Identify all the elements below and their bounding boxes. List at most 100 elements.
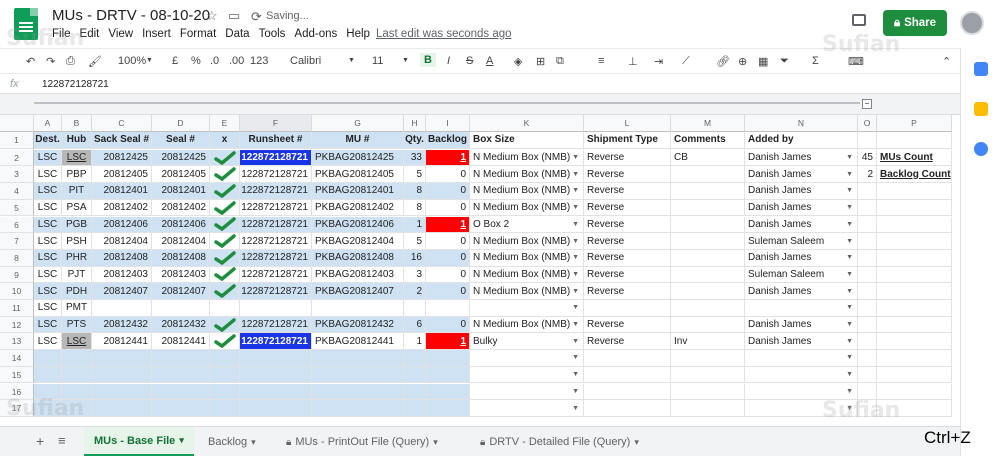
comment-icon[interactable]: ⊕ (738, 55, 747, 68)
cell-box-size[interactable]: N Medium Box (NMB) ▼ (470, 233, 584, 250)
column-header-m[interactable]: M (671, 115, 745, 132)
cell-backlog[interactable]: 1 (426, 333, 470, 351)
cell-backlog[interactable] (426, 366, 470, 384)
row-header[interactable]: 12 (0, 316, 34, 334)
cell-sack-seal[interactable]: 20812402 (92, 199, 152, 217)
cell-shipment-type[interactable] (584, 383, 671, 401)
keep-icon[interactable] (974, 102, 988, 116)
dropdown-arrow-icon[interactable]: ▼ (846, 288, 853, 295)
cell-count-label[interactable] (877, 350, 952, 367)
cell-sack-seal[interactable]: 20812403 (92, 266, 152, 284)
cell-qty[interactable]: 1 (404, 216, 426, 234)
cell-shipment-type[interactable]: Reverse (584, 216, 671, 234)
dropdown-arrow-icon[interactable]: ▼ (846, 221, 853, 228)
cell-sack-seal[interactable]: 20812401 (92, 183, 152, 200)
cell-count-label[interactable] (877, 316, 952, 334)
move-folder-icon[interactable]: ▭ (228, 8, 240, 24)
dropdown-arrow-icon[interactable]: ▼ (572, 204, 579, 211)
cell-count[interactable] (858, 350, 877, 367)
dropdown-arrow-icon[interactable]: ▼ (846, 321, 853, 328)
cell-comments[interactable] (671, 316, 745, 334)
chevron-down-icon[interactable]: ▾ (634, 437, 639, 448)
cell-qty[interactable] (404, 350, 426, 367)
column-header-c[interactable]: C (92, 115, 152, 132)
cell-comments[interactable] (671, 183, 745, 200)
cell-sack-seal[interactable] (92, 366, 152, 384)
cell-added-by[interactable]: Danish James ▼ (745, 283, 858, 300)
cell-hub[interactable]: PMT (62, 300, 92, 317)
dropdown-arrow-icon[interactable]: ▼ (572, 221, 579, 228)
cell-count[interactable] (858, 366, 877, 384)
cell-mu[interactable]: PKBAG20812404 (312, 233, 404, 250)
dropdown-arrow-icon[interactable]: ▼ (846, 204, 853, 211)
cell-sack-seal[interactable] (92, 350, 152, 367)
cell-count-label[interactable] (877, 266, 952, 284)
cell-backlog[interactable]: 1 (426, 216, 470, 234)
cell-qty[interactable]: 33 (404, 149, 426, 167)
row-header[interactable]: 5 (0, 199, 34, 217)
cell-added-by[interactable]: Suleman Saleem ▼ (745, 233, 858, 250)
dropdown-arrow-icon[interactable]: ▼ (846, 271, 853, 278)
cell-box-size[interactable]: N Medium Box (NMB) ▼ (470, 316, 584, 334)
add-sheet-icon[interactable]: + (36, 433, 44, 449)
cell-check[interactable] (210, 166, 240, 184)
font-size-select[interactable]: 11 (372, 55, 383, 67)
sheet-tab[interactable]: MUs - Base File ▾ (84, 427, 194, 456)
cell-backlog[interactable] (426, 383, 470, 401)
cell-hub[interactable]: PTS (62, 316, 92, 334)
cell-added-by[interactable]: Danish James ▼ (745, 316, 858, 334)
cell-comments[interactable] (671, 383, 745, 401)
dropdown-arrow-icon[interactable]: ▼ (572, 187, 579, 194)
cell-count-label[interactable] (877, 199, 952, 217)
collapse-group-button[interactable]: − (862, 99, 872, 109)
cell-box-size[interactable]: ▼ (470, 383, 584, 401)
cell-count-label[interactable] (877, 300, 952, 317)
cell-count[interactable] (858, 199, 877, 217)
cell-check[interactable] (210, 199, 240, 217)
dropdown-arrow-icon[interactable]: ▼ (846, 304, 853, 311)
cell-check[interactable] (210, 400, 240, 417)
cell-count[interactable] (858, 183, 877, 200)
cell-qty[interactable]: 16 (404, 249, 426, 267)
cell-dest[interactable]: LSC (34, 300, 62, 317)
column-header-e[interactable]: E (210, 115, 240, 132)
currency-button[interactable]: £ (172, 55, 178, 67)
cell-box-size[interactable]: N Medium Box (NMB) ▼ (470, 199, 584, 217)
cell-qty[interactable] (404, 300, 426, 317)
text-rotate-icon[interactable]: ⟋ (682, 55, 690, 68)
column-header-h[interactable]: H (404, 115, 426, 132)
align-horizontal-icon[interactable]: ≡ (598, 55, 604, 67)
cell-runsheet[interactable] (240, 400, 312, 417)
row-header[interactable]: 15 (0, 366, 34, 384)
dropdown-arrow-icon[interactable]: ▼ (572, 271, 579, 278)
cell-box-size[interactable]: N Medium Box (NMB) ▼ (470, 249, 584, 267)
cell-shipment-type[interactable]: Reverse (584, 149, 671, 167)
dropdown-arrow-icon[interactable]: ▼ (572, 304, 579, 311)
column-header-p[interactable]: P (877, 115, 952, 132)
cell-count-label[interactable] (877, 249, 952, 267)
cell-added-by[interactable]: ▼ (745, 300, 858, 317)
cell-added-by[interactable]: Danish James ▼ (745, 166, 858, 184)
menu-item-view[interactable]: View (108, 28, 133, 40)
cell-backlog[interactable] (426, 350, 470, 367)
row-header[interactable]: 1 (0, 132, 34, 149)
cell-hub[interactable]: PSH (62, 233, 92, 250)
row-header[interactable]: 8 (0, 249, 34, 267)
cell-seal[interactable]: 20812405 (152, 166, 210, 184)
cell-shipment-type[interactable]: Reverse (584, 266, 671, 284)
calendar-icon[interactable] (974, 62, 988, 76)
cell-seal[interactable]: 20812404 (152, 233, 210, 250)
cell-box-size[interactable]: ▼ (470, 366, 584, 384)
cell-dest[interactable]: LSC (34, 166, 62, 184)
cell-mu[interactable]: PKBAG20812441 (312, 333, 404, 351)
cell-count[interactable]: 2 (858, 166, 877, 184)
cell-check[interactable] (210, 383, 240, 401)
cell-hub[interactable]: PSA (62, 199, 92, 217)
cell-count[interactable] (858, 249, 877, 267)
cell-check[interactable] (210, 316, 240, 334)
cell-dest[interactable]: LSC (34, 266, 62, 284)
sheet-tab[interactable]: 🔒︎ MUs - PrintOut File (Query) ▾ (276, 427, 448, 456)
menu-item-addons[interactable]: Add-ons (294, 28, 337, 40)
sheet-tab[interactable]: Backlog ▾ (198, 427, 266, 456)
cell-box-size[interactable]: N Medium Box (NMB) ▼ (470, 149, 584, 167)
